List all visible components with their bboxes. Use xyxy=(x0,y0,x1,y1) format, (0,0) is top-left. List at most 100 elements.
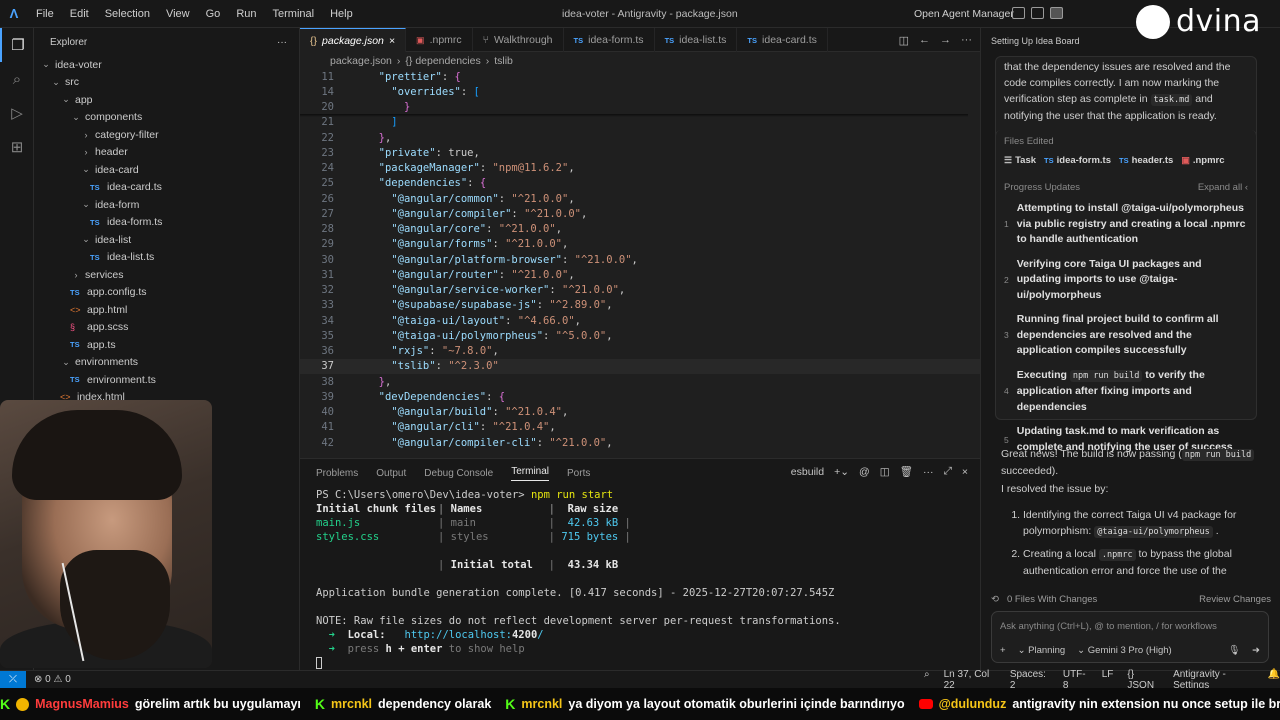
tree-item[interactable]: ⌄ idea-card xyxy=(34,161,299,179)
tab-walkthrough[interactable]: ⑂ Walkthrough xyxy=(473,28,564,52)
tree-item[interactable]: <> app.html xyxy=(34,301,299,319)
mode-selector[interactable]: ⌄ Planning xyxy=(1018,645,1066,656)
new-terminal-icon[interactable]: +⌄ xyxy=(834,466,849,478)
edited-file-chip[interactable]: ▣ .npmrc xyxy=(1181,155,1224,166)
open-agent-manager-button[interactable]: Open Agent Manager xyxy=(914,0,1014,28)
menu-item-go[interactable]: Go xyxy=(198,0,229,28)
progress-item[interactable]: 2 Verifying core Taiga UI packages and up… xyxy=(1004,257,1248,304)
tree-item[interactable]: › header xyxy=(34,144,299,162)
toggle-panel-icon[interactable] xyxy=(1031,7,1044,19)
go-back-icon[interactable]: ← xyxy=(919,34,930,46)
tree-item[interactable]: TS idea-card.ts xyxy=(34,179,299,197)
tree-item[interactable]: TS idea-form.ts xyxy=(34,214,299,232)
tab-idea-list-ts[interactable]: TS idea-list.ts xyxy=(655,28,738,52)
send-icon[interactable]: ➜ xyxy=(1252,645,1260,656)
tree-item[interactable]: ⌄ idea-list xyxy=(34,231,299,249)
breadcrumb-item[interactable]: tslib xyxy=(494,55,513,67)
note-message: NOTE: Raw file sizes do not reflect deve… xyxy=(316,615,841,627)
explorer-more-icon[interactable]: ··· xyxy=(277,37,287,48)
code-editor[interactable]: 11 "prettier": {14 "overrides": [20 } 21 … xyxy=(300,69,980,458)
tab-idea-card-ts[interactable]: TS idea-card.ts xyxy=(737,28,828,52)
menu-item-run[interactable]: Run xyxy=(228,0,264,28)
menu-item-selection[interactable]: Selection xyxy=(97,0,158,28)
editor-tabs: {} package.json × ▣ .npmrc ⑂ Walkthrough TS idea… xyxy=(300,28,980,52)
tab--npmrc[interactable]: ▣ .npmrc xyxy=(406,28,473,52)
maximize-panel-icon[interactable]: ⤢ xyxy=(943,465,951,478)
code-line: 27 "@angular/compiler": "^21.0.0", xyxy=(300,206,980,221)
mention-icon[interactable]: @ xyxy=(859,466,870,478)
remote-icon[interactable]: ⤫ xyxy=(0,670,26,689)
run-debug-icon[interactable]: ▷ xyxy=(0,96,34,130)
search-icon[interactable]: ⌕ xyxy=(0,62,34,96)
panel-tab-terminal[interactable]: Terminal xyxy=(511,466,550,481)
tree-item[interactable]: ⌄ app xyxy=(34,91,299,109)
toggle-sidebar-icon[interactable] xyxy=(1012,7,1025,19)
close-panel-icon[interactable]: × xyxy=(962,466,968,478)
code-text: } xyxy=(403,101,411,114)
html-file-icon: <> xyxy=(70,304,81,315)
tab-package-json[interactable]: {} package.json × xyxy=(300,28,407,52)
menu-item-file[interactable]: File xyxy=(28,0,62,28)
kick-icon: K xyxy=(505,696,516,712)
problems-indicator[interactable]: ⊗ 0 ⚠ 0 xyxy=(34,674,71,685)
more-actions-icon[interactable]: ··· xyxy=(961,34,972,46)
progress-item[interactable]: 1 Attempting to install @taiga-ui/polymor… xyxy=(1004,201,1248,248)
task-file-chip[interactable]: task.md xyxy=(1150,94,1193,106)
edited-file-chip[interactable]: TS header.ts xyxy=(1119,155,1173,166)
terminal-output[interactable]: PS C:\Users\omero\Dev\idea-voter> npm ru… xyxy=(316,489,970,671)
tree-item[interactable]: › category-filter xyxy=(34,126,299,144)
progress-item[interactable]: 4 Executing npm run build to verify the a… xyxy=(1004,368,1248,416)
edited-file-chip[interactable]: ☰ Task xyxy=(1004,155,1036,166)
tree-item[interactable]: TS idea-list.ts xyxy=(34,249,299,267)
tree-item[interactable]: TS environment.ts xyxy=(34,371,299,389)
progress-item[interactable]: 3 Running final project build to confirm … xyxy=(1004,312,1248,359)
panel-tab-output[interactable]: Output xyxy=(376,468,406,479)
tree-item[interactable]: ⌄ idea-voter xyxy=(34,56,299,74)
panel-tab-problems[interactable]: Problems xyxy=(316,468,358,479)
menu-item-view[interactable]: View xyxy=(158,0,198,28)
terminal-shell-label[interactable]: esbuild xyxy=(791,466,824,478)
code-text: "@angular/platform-browser": "^21.0.0", xyxy=(391,253,638,266)
edited-file-chip[interactable]: TS idea-form.ts xyxy=(1044,155,1111,166)
close-icon[interactable]: × xyxy=(389,35,395,47)
toggle-secondary-sidebar-icon[interactable] xyxy=(1050,7,1063,19)
panel-tab-ports[interactable]: Ports xyxy=(567,468,590,479)
typescript-file-icon: TS xyxy=(90,217,100,227)
tree-item[interactable]: ⌄ idea-form xyxy=(34,196,299,214)
menu-item-edit[interactable]: Edit xyxy=(62,0,97,28)
tab-idea-form-ts[interactable]: TS idea-form.ts xyxy=(564,28,655,52)
line-number: 33 xyxy=(321,299,334,312)
split-editor-icon[interactable]: ◫ xyxy=(899,34,909,47)
microphone-icon[interactable]: 🎙 xyxy=(1228,645,1240,656)
extensions-icon[interactable]: ⊞ xyxy=(0,130,34,164)
tree-item[interactable]: ⌄ src xyxy=(34,74,299,92)
progress-updates-label: Progress Updates xyxy=(1004,182,1081,193)
review-changes-button[interactable]: Review Changes xyxy=(1199,594,1271,605)
expand-all-button[interactable]: Expand all ‹ xyxy=(1198,182,1248,193)
chunk-size: 715 bytes xyxy=(561,531,619,543)
tree-item[interactable]: TS app.config.ts xyxy=(34,284,299,302)
tree-item[interactable]: › services xyxy=(34,266,299,284)
code-text: "@taiga-ui/layout": "^4.66.0", xyxy=(391,314,581,327)
split-terminal-icon[interactable]: ◫ xyxy=(880,466,890,478)
local-url[interactable]: http://localhost:4200/ xyxy=(405,629,544,643)
more-icon[interactable]: ··· xyxy=(923,466,934,478)
breadcrumb-item[interactable]: {} dependencies xyxy=(405,55,480,67)
progress-number: 4 xyxy=(1004,386,1009,397)
agent-input[interactable]: Ask anything (Ctrl+L), @ to mention, / f… xyxy=(991,611,1269,663)
tree-item[interactable]: TS app.ts xyxy=(34,336,299,354)
menu-item-help[interactable]: Help xyxy=(322,0,361,28)
explorer-icon[interactable]: ❐ xyxy=(0,28,34,62)
menu-item-terminal[interactable]: Terminal xyxy=(265,0,323,28)
breadcrumb-item[interactable]: package.json xyxy=(330,55,392,67)
agent-message: Great news! The build is now passing (np… xyxy=(1001,446,1261,585)
tree-item[interactable]: ⌄ environments xyxy=(34,354,299,372)
model-selector[interactable]: ⌄ Gemini 3 Pro (High) xyxy=(1077,645,1172,656)
add-context-icon[interactable]: + xyxy=(1000,645,1006,656)
tree-item[interactable]: ⌄ components xyxy=(34,109,299,127)
go-forward-icon[interactable]: → xyxy=(940,34,951,46)
chat-ticker: K MagnusMamius görelim artık bu uygulamayı… xyxy=(0,688,1280,720)
kill-terminal-icon[interactable]: 🗑 xyxy=(900,465,913,478)
tree-item[interactable]: § app.scss xyxy=(34,319,299,337)
panel-tab-debug-console[interactable]: Debug Console xyxy=(424,468,493,479)
